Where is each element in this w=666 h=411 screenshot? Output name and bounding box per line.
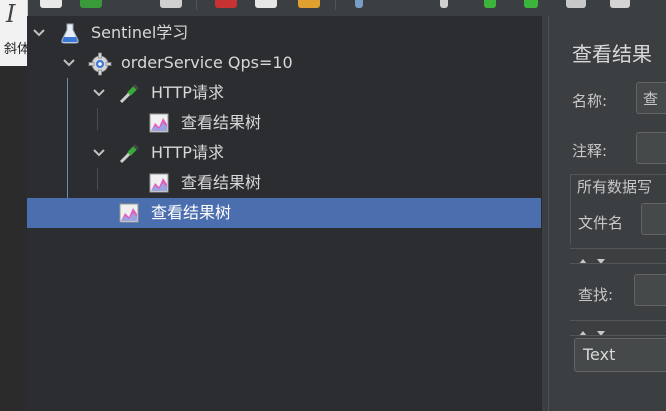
result-tree-icon	[148, 112, 170, 134]
all-data-label: 所有数据写	[574, 176, 656, 197]
pipette-icon	[118, 142, 140, 164]
result-tree-icon	[148, 172, 170, 194]
panel-title: 查看结果	[572, 42, 652, 66]
collapse-arrows-icon[interactable]	[578, 251, 618, 264]
comment-label: 注释:	[572, 142, 608, 160]
stop-icon[interactable]	[566, 0, 586, 8]
templates-icon[interactable]	[80, 0, 102, 8]
gear-icon	[88, 52, 112, 76]
tree-node-test-plan[interactable]: Sentinel学习	[27, 18, 541, 48]
search-field[interactable]	[634, 274, 666, 306]
left-gutter	[0, 66, 27, 411]
filename-label: 文件名	[578, 214, 624, 232]
tree-node-result-tree[interactable]: 查看结果树	[27, 108, 541, 138]
pipette-icon	[118, 82, 140, 104]
start-icon[interactable]	[484, 0, 496, 8]
tree-node-label: Sentinel学习	[91, 23, 189, 42]
tree-node-thread-group[interactable]: orderService Qps=10	[27, 48, 541, 78]
result-tree-config-panel: 查看结果 名称: 查 注释: 所有数据写 文件名 查找: Text	[556, 16, 666, 411]
tree-node-http-request[interactable]: HTTP请求	[27, 78, 541, 108]
name-field[interactable]: 查	[636, 82, 666, 114]
result-tree-icon	[118, 202, 140, 224]
paste-icon[interactable]	[298, 0, 320, 8]
toolbar	[0, 0, 666, 16]
toggle-icon[interactable]	[440, 0, 448, 8]
new-icon[interactable]	[40, 0, 62, 8]
chevron-down-icon[interactable]	[63, 58, 75, 68]
tree-node-label: 查看结果树	[181, 173, 262, 192]
italic-label: 斜体	[4, 42, 27, 57]
tree-node-http-request[interactable]: HTTP请求	[27, 138, 541, 168]
renderer-select-value: Text	[583, 345, 616, 364]
panel-splitter[interactable]	[541, 16, 556, 411]
cut-icon[interactable]	[215, 0, 237, 8]
chevron-down-icon[interactable]	[93, 148, 105, 158]
name-field-value: 查	[643, 90, 659, 108]
tree-node-label: HTTP请求	[151, 83, 224, 102]
filename-field[interactable]	[641, 203, 666, 235]
chevron-down-icon[interactable]	[93, 88, 105, 98]
name-label: 名称:	[572, 92, 608, 110]
test-plan-tree[interactable]: Sentinel学习 orderService Qps=10 HTTP请求 查看…	[27, 16, 541, 411]
tree-node-result-tree[interactable]: 查看结果树	[27, 168, 541, 198]
search-label: 查找:	[578, 286, 614, 304]
italic-icon[interactable]: I	[6, 2, 15, 26]
tree-node-result-tree-selected[interactable]: 查看结果树	[27, 198, 541, 228]
collapse-arrows-icon[interactable]	[578, 323, 618, 336]
tree-node-label: 查看结果树	[181, 113, 262, 132]
save-icon[interactable]	[160, 0, 182, 8]
tree-node-label: orderService Qps=10	[121, 53, 293, 72]
expand-icon[interactable]	[355, 0, 363, 8]
start-no-pause-icon[interactable]	[524, 0, 538, 8]
format-panel: I 斜体	[0, 0, 28, 66]
chevron-down-icon[interactable]	[33, 28, 45, 38]
flask-icon	[59, 22, 81, 44]
tree-node-label: HTTP请求	[151, 143, 224, 162]
renderer-select[interactable]: Text	[574, 338, 666, 372]
copy-icon[interactable]	[255, 0, 277, 8]
tree-node-label: 查看结果树	[151, 203, 232, 222]
shutdown-icon[interactable]	[610, 0, 630, 8]
comment-field[interactable]	[636, 132, 666, 164]
